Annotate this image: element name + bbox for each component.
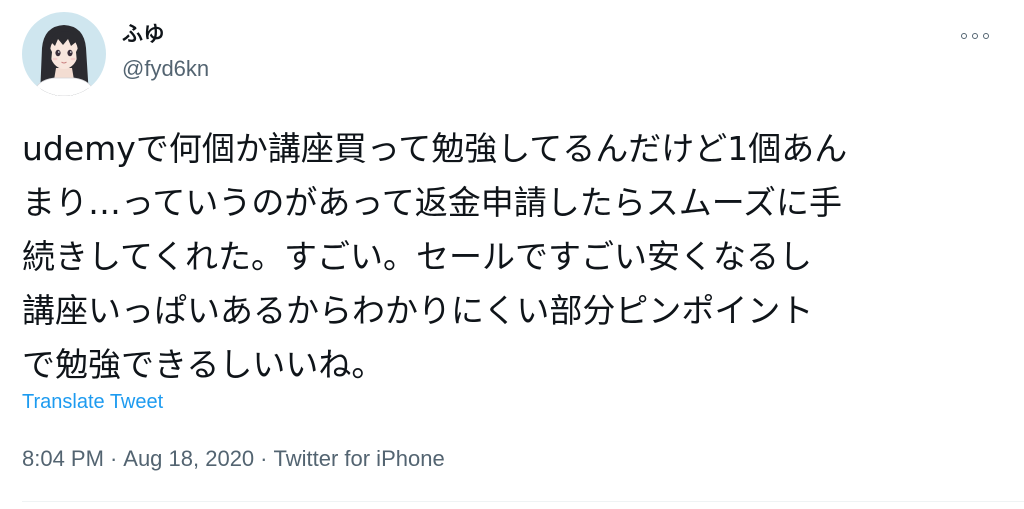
tweet-text: udemyで何個か講座買って勉強してるんだけど1個あん まり…っていうのがあって… bbox=[22, 122, 1007, 392]
tweet-text-line: 講座いっぱいあるからわかりにくい部分ピンポイント bbox=[22, 291, 814, 330]
tweet-date[interactable]: Aug 18, 2020 bbox=[123, 446, 254, 471]
meta-separator: · bbox=[260, 446, 268, 471]
user-handle[interactable]: @fyd6kn bbox=[122, 54, 209, 84]
divider bbox=[22, 501, 1024, 502]
translate-tweet-link[interactable]: Translate Tweet bbox=[22, 389, 163, 415]
tweet-text-line: 続きしてくれた。すごい。セールですごい安くなるし bbox=[22, 237, 813, 276]
tweet-text-line: udemyで何個か講座買って勉強してるんだけど1個あん bbox=[22, 129, 848, 168]
tweet-source-link[interactable]: Twitter for iPhone bbox=[274, 446, 445, 471]
tweet-metadata: 8:04 PM · Aug 18, 2020 · Twitter for iPhone bbox=[22, 444, 445, 474]
more-horizontal-icon bbox=[972, 33, 978, 39]
user-meta: ふゆ @fyd6kn bbox=[122, 20, 209, 84]
avatar[interactable] bbox=[22, 12, 106, 96]
tweet-time[interactable]: 8:04 PM bbox=[22, 446, 104, 471]
more-horizontal-icon bbox=[961, 33, 967, 39]
display-name[interactable]: ふゆ bbox=[122, 20, 209, 48]
tweet-text-line: まり…っていうのがあって返金申請したらスムーズに手 bbox=[22, 183, 843, 222]
anime-girl-avatar-icon bbox=[22, 12, 106, 96]
meta-separator: · bbox=[109, 446, 118, 471]
more-horizontal-icon bbox=[983, 33, 989, 39]
more-options-button[interactable] bbox=[950, 24, 1000, 48]
tweet-card: ふゆ @fyd6kn udemyで何個か講座買って勉強してるんだけど1個あん ま… bbox=[0, 0, 1024, 509]
tweet-text-line: で勉強できるしいいね。 bbox=[22, 345, 385, 384]
